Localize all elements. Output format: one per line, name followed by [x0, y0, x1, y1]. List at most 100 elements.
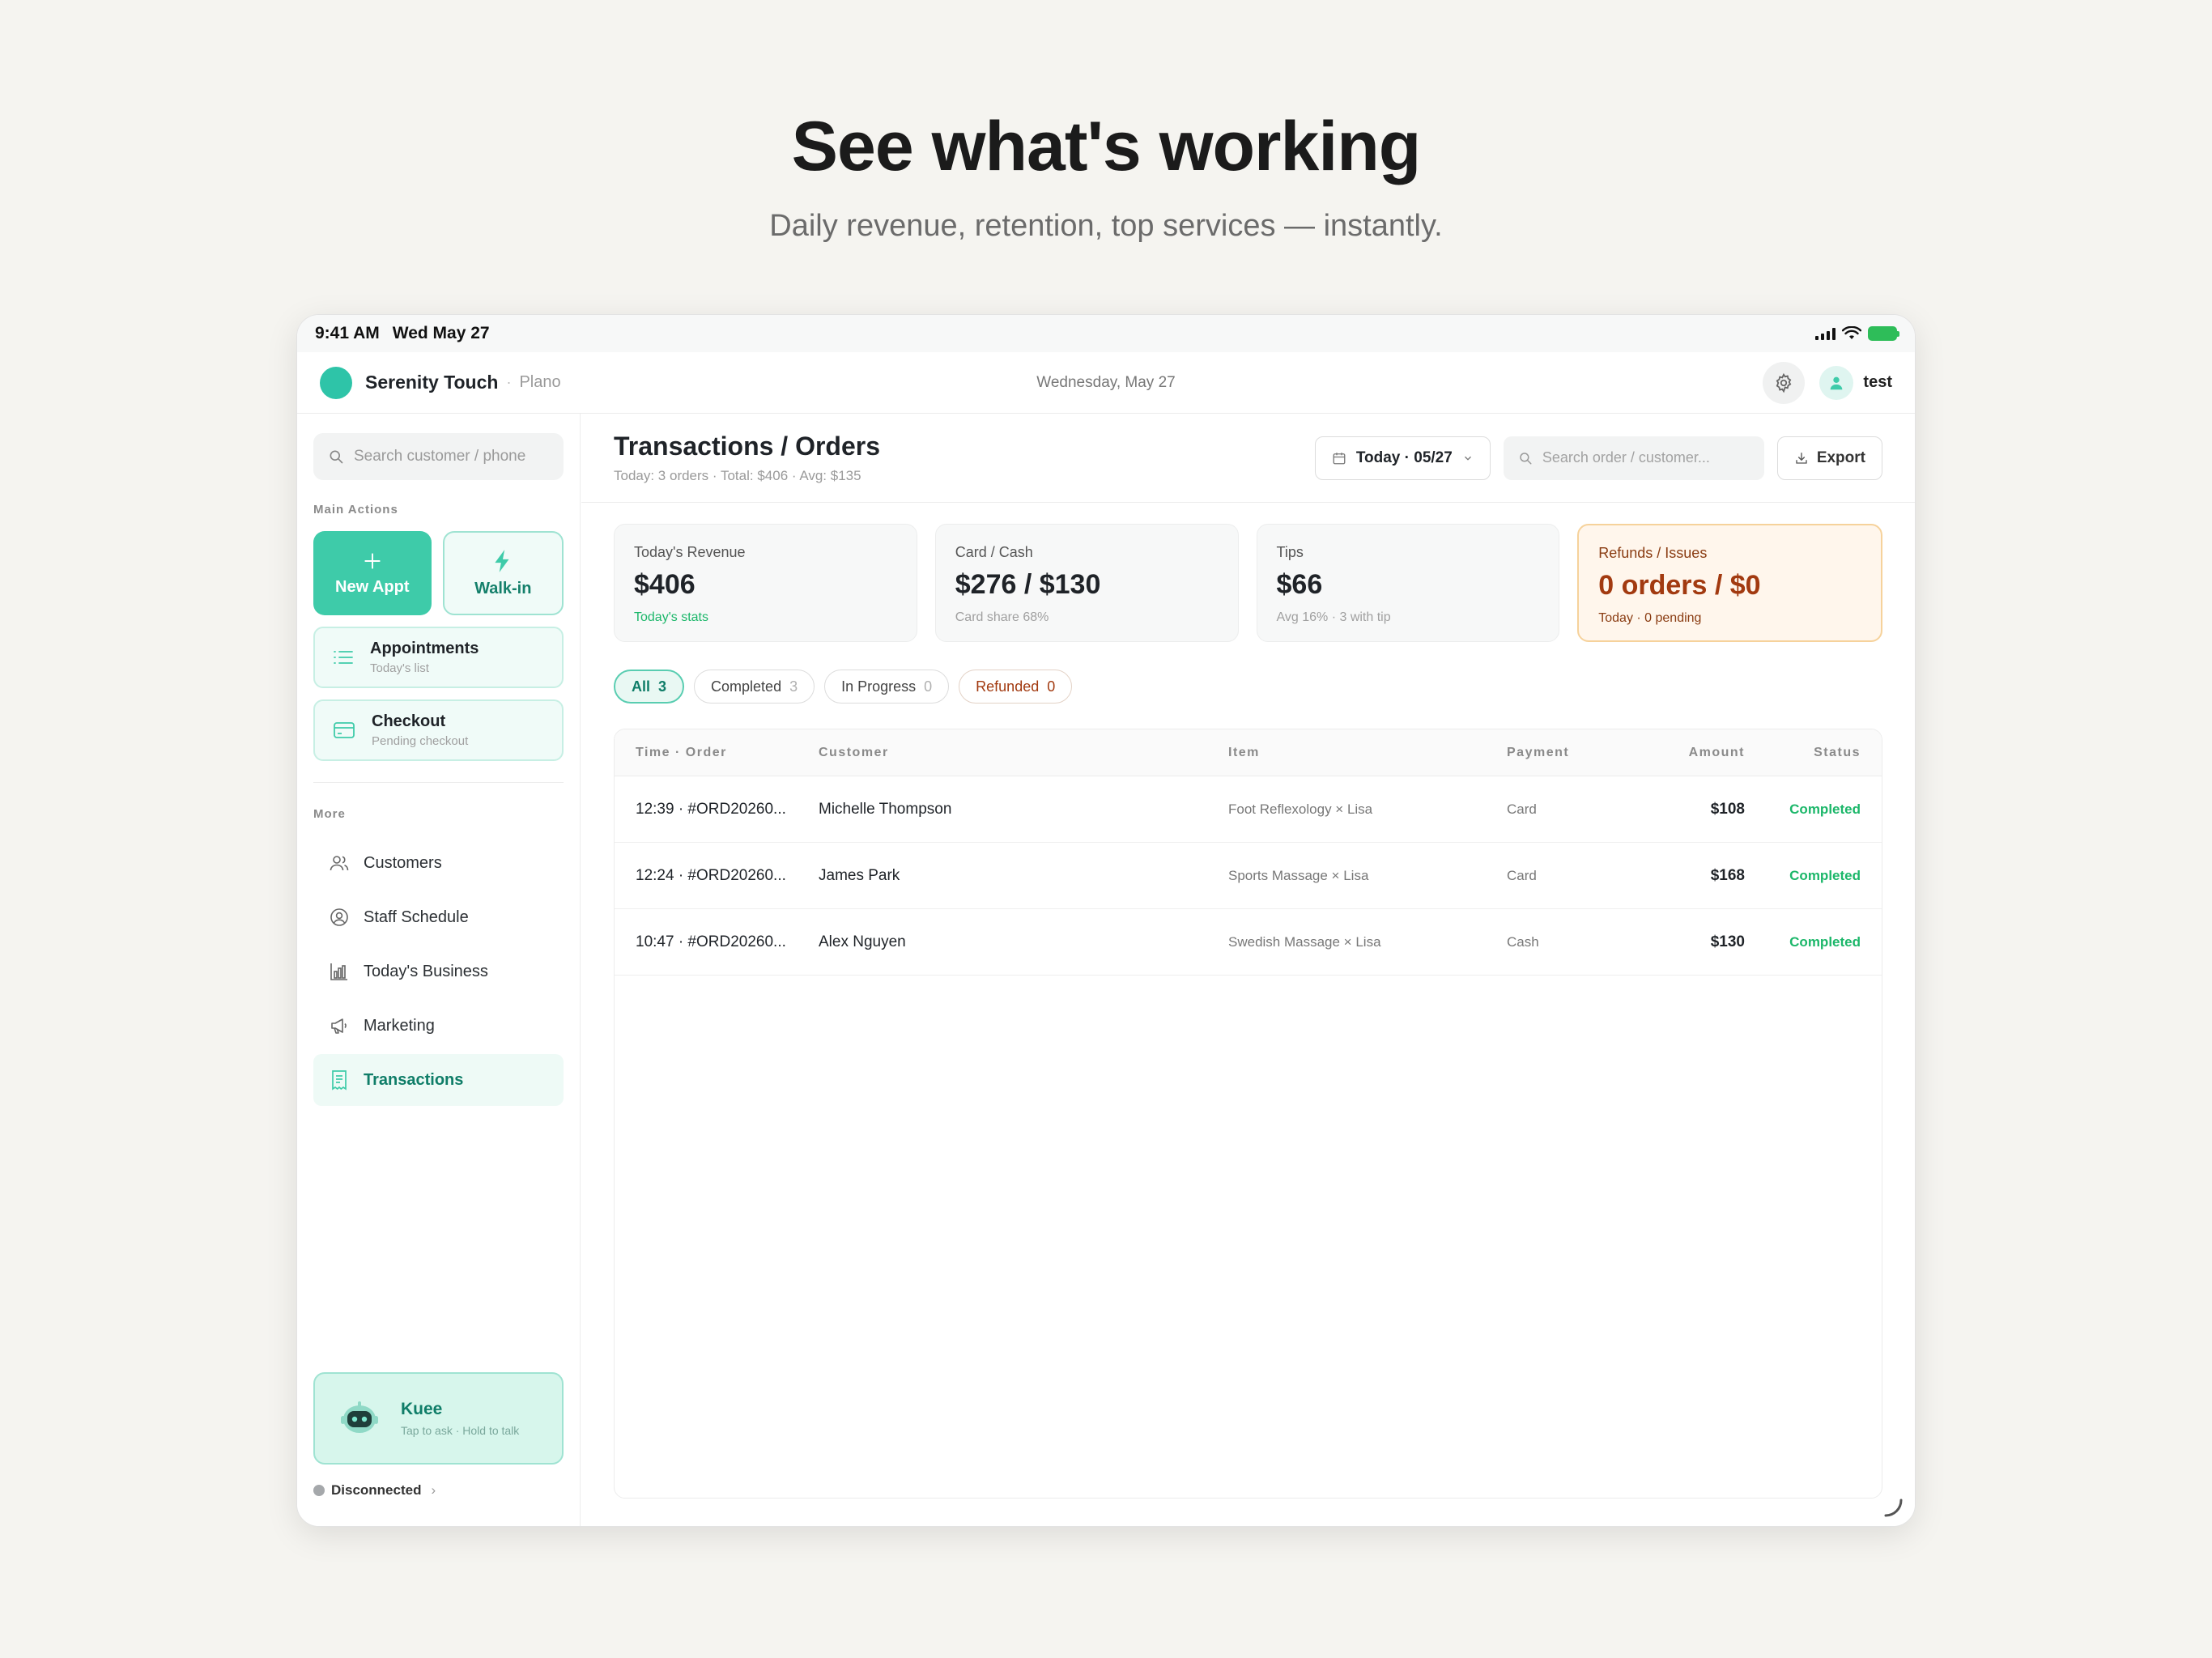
cell-customer: James Park	[819, 866, 900, 884]
status-date: Wed May 27	[392, 324, 490, 342]
cell-payment: Cash	[1507, 933, 1539, 950]
status-time: 9:41 AM	[315, 324, 380, 342]
brand-location[interactable]: Plano	[519, 373, 560, 392]
cell-item: Foot Reflexology × Lisa	[1228, 801, 1373, 817]
order-search-placeholder: Search order / customer...	[1542, 449, 1710, 466]
brand-name: Serenity Touch	[365, 372, 499, 393]
cellular-signal-icon	[1815, 327, 1836, 340]
cell-amount: $168	[1710, 866, 1745, 884]
column-header-customer[interactable]: Customer	[819, 746, 1228, 760]
status-filter-tabs: All 3 Completed 3 In Progress 0 Refunded…	[614, 670, 1073, 704]
filter-chip-count: 3	[789, 678, 798, 695]
chevron-down-icon	[1464, 456, 1471, 461]
stat-note: Today · 0 pending	[1598, 611, 1702, 625]
lightning-icon	[495, 549, 509, 572]
stat-label: Card / Cash	[955, 544, 1033, 560]
app-header: Serenity Touch · Plano Wednesday, May 27…	[297, 352, 1915, 414]
sidebar-item-customers[interactable]: Customers	[313, 837, 564, 889]
more-label: More	[313, 807, 346, 821]
table-row[interactable]: 12:24 · #ORD20260... James Park Sports M…	[615, 843, 1882, 909]
receipt-icon	[332, 1070, 347, 1090]
column-header-item[interactable]: Item	[1228, 746, 1507, 760]
bar-chart-icon	[330, 963, 347, 980]
stat-note: Avg 16% · 3 with tip	[1276, 610, 1391, 624]
checkout-title: Checkout	[372, 712, 446, 730]
stat-card-revenue[interactable]: Today's Revenue $406 Today's stats	[614, 524, 917, 642]
filter-chip-all[interactable]: All 3	[614, 670, 685, 704]
cell-customer: Michelle Thompson	[819, 800, 952, 818]
cell-status: Completed	[1789, 933, 1861, 950]
user-icon	[1831, 376, 1843, 389]
sidebar-item-todays-business[interactable]: Today's Business	[313, 946, 564, 997]
new-appt-button[interactable]: New Appt	[313, 531, 432, 615]
cell-payment: Card	[1507, 867, 1537, 883]
user-name[interactable]: test	[1863, 373, 1892, 392]
megaphone-icon	[331, 1018, 347, 1034]
page-header: Transactions / Orders Today: 3 orders · …	[581, 414, 1915, 503]
filter-chip-label: Completed	[711, 678, 782, 695]
stat-note: Card share 68%	[955, 610, 1049, 624]
plus-icon	[364, 552, 381, 569]
filter-chip-refunded[interactable]: Refunded 0	[959, 670, 1073, 704]
assistant-name: Kuee	[401, 1400, 443, 1418]
status-bar: 9:41 AM Wed May 27	[297, 315, 1915, 352]
avatar[interactable]	[1819, 365, 1854, 400]
status-dot	[313, 1485, 325, 1496]
date-filter-dropdown[interactable]: Today · 05/27	[1314, 436, 1491, 480]
export-button[interactable]: Export	[1776, 436, 1882, 480]
table-row[interactable]: 12:39 · #ORD20260... Michelle Thompson F…	[615, 776, 1882, 843]
hero-subtitle: Daily revenue, retention, top services —…	[769, 209, 1443, 243]
stat-card-card-cash[interactable]: Card / Cash $276 / $130 Card share 68%	[934, 524, 1239, 642]
users-icon	[330, 856, 349, 871]
filter-chip-label: Refunded	[976, 678, 1040, 695]
wifi-icon	[1842, 326, 1861, 339]
cell-time-order: 10:47 · #ORD20260...	[636, 933, 786, 950]
column-header-amount[interactable]: Amount	[1636, 746, 1745, 760]
cell-item: Sports Massage × Lisa	[1228, 867, 1369, 883]
filter-chip-completed[interactable]: Completed 3	[694, 670, 815, 704]
walk-in-label: Walk-in	[474, 579, 532, 597]
page-title: Transactions / Orders	[614, 432, 881, 461]
filter-chip-in-progress[interactable]: In Progress 0	[824, 670, 950, 704]
date-filter-label: Today · 05/27	[1355, 449, 1453, 466]
sidebar: Search customer / phone Main Actions New…	[297, 414, 581, 1526]
assistant-card[interactable]: Kuee Tap to ask · Hold to talk	[313, 1372, 564, 1465]
checkout-subtitle: Pending checkout	[372, 734, 469, 748]
page-summary: Today: 3 orders · Total: $406 · Avg: $13…	[614, 468, 861, 483]
table-header: Time · Order Customer Item Payment Amoun…	[615, 729, 1882, 776]
sidebar-item-label: Today's Business	[364, 962, 488, 980]
stat-label: Today's Revenue	[634, 544, 746, 560]
transactions-table: Time · Order Customer Item Payment Amoun…	[614, 729, 1882, 1499]
cell-time-order: 12:24 · #ORD20260...	[636, 866, 786, 884]
brand-logo	[320, 366, 352, 399]
walk-in-button[interactable]: Walk-in	[442, 531, 564, 615]
tablet-frame: 9:41 AM Wed May 27 Serenity Touch · Plan…	[296, 314, 1916, 1527]
brand-separator: ·	[506, 374, 512, 390]
credit-card-icon	[334, 722, 355, 738]
user-circle-icon	[330, 908, 348, 926]
appointments-card[interactable]: Appointments Today's list	[313, 627, 564, 688]
sidebar-item-staff-schedule[interactable]: Staff Schedule	[313, 891, 564, 943]
column-header-payment[interactable]: Payment	[1507, 746, 1636, 760]
checkout-card[interactable]: Checkout Pending checkout	[313, 699, 564, 761]
chevron-right-icon: ›	[431, 1482, 436, 1498]
column-header-status[interactable]: Status	[1745, 746, 1861, 760]
stat-value: $406	[634, 569, 696, 600]
stat-card-tips[interactable]: Tips $66 Avg 16% · 3 with tip	[1256, 524, 1560, 642]
table-row[interactable]: 10:47 · #ORD20260... Alex Nguyen Swedish…	[615, 909, 1882, 976]
new-appt-label: New Appt	[335, 577, 410, 596]
stat-card-refunds[interactable]: Refunds / Issues 0 orders / $0 Today · 0…	[1577, 524, 1882, 642]
sidebar-item-marketing[interactable]: Marketing	[313, 1000, 564, 1052]
filter-chip-label: All	[632, 678, 651, 695]
order-search-input[interactable]: Search order / customer...	[1503, 436, 1764, 480]
settings-button[interactable]	[1763, 361, 1806, 404]
sidebar-item-transactions[interactable]: Transactions	[313, 1054, 564, 1106]
export-label: Export	[1816, 449, 1865, 466]
stat-note: Today's stats	[634, 610, 708, 624]
stat-label: Refunds / Issues	[1598, 545, 1708, 561]
cell-amount: $108	[1710, 800, 1745, 818]
column-header-time-order[interactable]: Time · Order	[636, 746, 819, 760]
connection-status[interactable]: Disconnected ›	[313, 1482, 436, 1499]
resize-corner-icon	[1884, 1499, 1903, 1517]
customer-search-input[interactable]: Search customer / phone	[313, 433, 564, 480]
